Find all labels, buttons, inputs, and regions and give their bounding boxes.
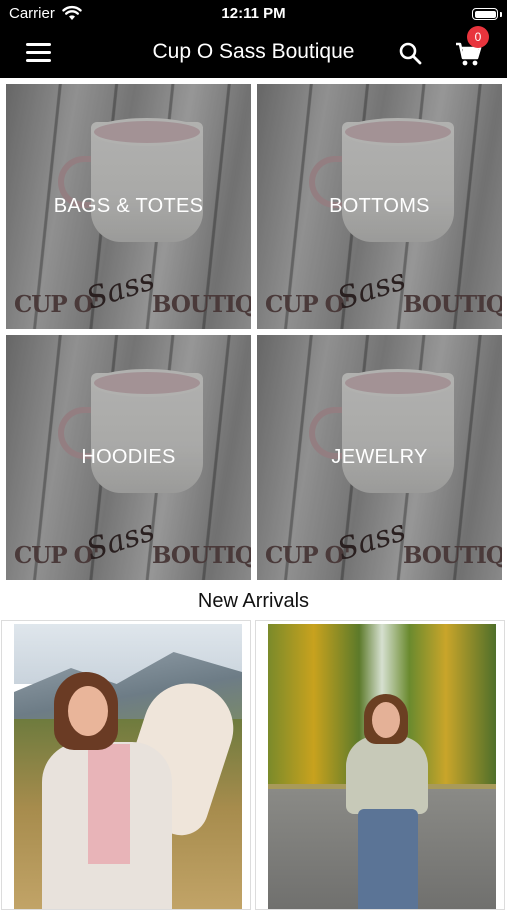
tile-brand-right: BOUTIQUE xyxy=(403,542,502,569)
tile-brand-right: BOUTIQUE xyxy=(152,542,251,569)
search-icon[interactable] xyxy=(398,41,422,65)
category-tile-bottoms[interactable]: CUP O' Sass BOUTIQUE BOTTOMS xyxy=(257,84,502,329)
status-bar: Carrier 12:11 PM xyxy=(0,0,507,28)
category-tile-bags-totes[interactable]: CUP O' Sass BOUTIQUE BAGS & TOTES xyxy=(6,84,251,329)
battery-tip xyxy=(500,12,502,17)
category-label: HOODIES xyxy=(81,446,176,468)
new-arrivals-heading: New Arrivals xyxy=(197,590,310,612)
product-image xyxy=(268,624,496,909)
app-title: Cup O Sass Boutique xyxy=(152,40,355,63)
tile-brand-right: BOUTIQUE xyxy=(403,291,502,318)
product-image xyxy=(14,624,242,909)
battery-icon xyxy=(472,8,498,20)
product-card[interactable] xyxy=(255,620,505,910)
nav-bar: Cup O Sass Boutique 0 xyxy=(0,26,507,78)
category-tile-jewelry[interactable]: CUP O' Sass BOUTIQUE JEWELRY xyxy=(257,335,502,580)
category-label: BAGS & TOTES xyxy=(53,195,204,217)
product-card[interactable] xyxy=(1,620,251,910)
tile-brand-right: BOUTIQUE xyxy=(152,291,251,318)
category-label: JEWELRY xyxy=(331,446,428,468)
status-time: 12:11 PM xyxy=(221,5,286,22)
category-tile-hoodies[interactable]: CUP O' Sass BOUTIQUE HOODIES xyxy=(6,335,251,580)
category-label: BOTTOMS xyxy=(329,195,430,217)
cart-count-badge: 0 xyxy=(467,26,489,48)
